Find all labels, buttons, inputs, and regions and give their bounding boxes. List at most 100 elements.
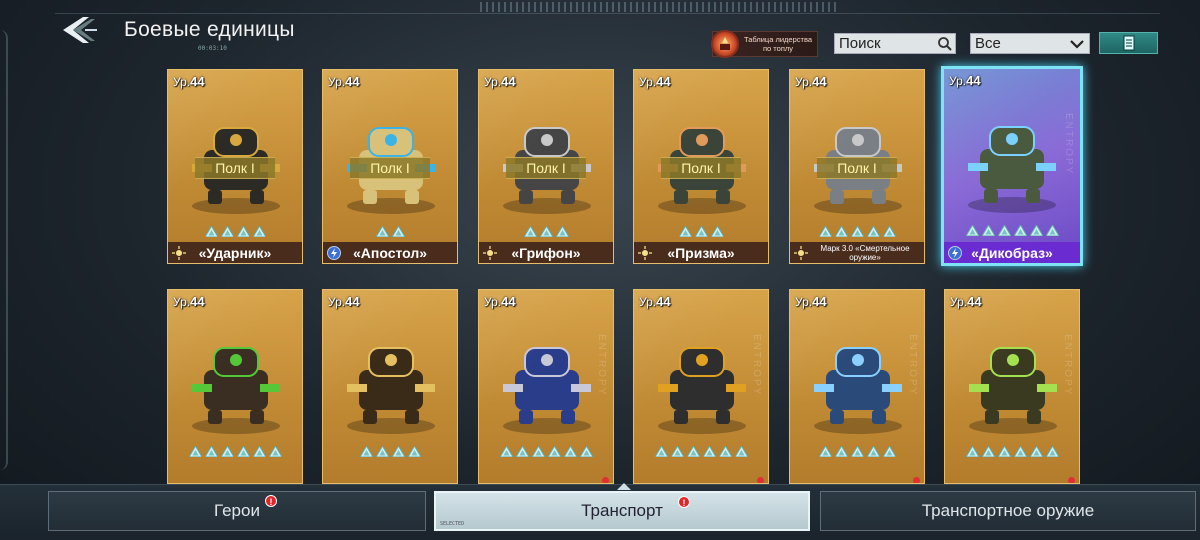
leaderboard-label: Таблица лидерства по топлу bbox=[743, 35, 813, 53]
unit-card[interactable]: Ур.44 Полк I «Апостол» bbox=[322, 69, 458, 264]
unit-card[interactable]: Ур.44 ENTROPY bbox=[478, 289, 614, 484]
page-title: Боевые единицы bbox=[124, 18, 295, 41]
unit-card[interactable]: Ур.44 ENTROPY «Дикобраз» bbox=[941, 66, 1083, 266]
rank-triangle-icon bbox=[965, 225, 979, 236]
tab-heroes-label: Герои bbox=[214, 501, 260, 520]
bolt-class-icon bbox=[327, 246, 341, 260]
unit-level: Ур.44 bbox=[795, 74, 827, 89]
rank-triangle-icon bbox=[818, 226, 832, 237]
level-prefix: Ур. bbox=[950, 295, 968, 309]
notification-dot bbox=[913, 477, 920, 483]
unit-card[interactable]: Ур.44 bbox=[167, 289, 303, 484]
rank-triangle-icon bbox=[375, 226, 389, 237]
unit-card[interactable]: Ур.44 Полк I «Ударник» bbox=[167, 69, 303, 264]
level-value: 44 bbox=[966, 73, 981, 88]
level-value: 44 bbox=[345, 74, 360, 89]
flame-fort-icon bbox=[711, 30, 739, 58]
rank-triangle-icon bbox=[563, 446, 577, 457]
rank-triangle-icon bbox=[834, 226, 848, 237]
back-button[interactable] bbox=[58, 14, 100, 46]
filter-value: Все bbox=[975, 35, 1001, 52]
rank-triangle-icon bbox=[678, 226, 692, 237]
unit-level: Ур.44 bbox=[484, 294, 516, 309]
unit-card[interactable]: Ур.44 ENTROPY bbox=[633, 289, 769, 484]
rank-triangle-icon bbox=[499, 446, 513, 457]
rank-triangle-icon bbox=[555, 226, 569, 237]
regiment-label: Полк I bbox=[195, 157, 275, 179]
rank-triangle-icon bbox=[694, 226, 708, 237]
unit-name-bar: «Грифон» bbox=[479, 242, 613, 263]
star-rating bbox=[790, 226, 924, 237]
active-tab-caret bbox=[617, 483, 631, 490]
tab-transport[interactable]: Транспорт ! SELECTED bbox=[434, 491, 810, 531]
regiment-label: Полк I bbox=[817, 157, 897, 179]
tab-transport-weapons[interactable]: Транспортное оружие bbox=[820, 491, 1196, 531]
rank-triangle-icon bbox=[515, 446, 529, 457]
unit-artwork-icon bbox=[814, 347, 902, 434]
regiment-label: Полк I bbox=[350, 157, 430, 179]
unit-card[interactable]: Ур.44 ENTROPY bbox=[789, 289, 925, 484]
star-rating bbox=[479, 446, 613, 457]
unit-name-bar: «Дикобраз» bbox=[944, 242, 1080, 263]
notification-dot bbox=[1068, 477, 1075, 483]
rank-triangle-icon bbox=[236, 226, 250, 237]
unit-artwork-icon bbox=[503, 347, 591, 434]
unit-name: «Призма» bbox=[667, 244, 735, 261]
unit-card[interactable]: Ур.44 Полк I «Призма» bbox=[633, 69, 769, 264]
rank-triangle-icon bbox=[997, 446, 1011, 457]
level-value: 44 bbox=[967, 294, 982, 309]
rank-triangle-icon bbox=[236, 446, 250, 457]
chevron-left-icon bbox=[63, 17, 97, 43]
star-rating bbox=[323, 446, 457, 457]
tab-heroes[interactable]: Герои ! bbox=[48, 491, 426, 531]
rank-triangle-icon bbox=[252, 226, 266, 237]
unit-name-bar: «Призма» bbox=[634, 242, 768, 263]
rank-triangle-icon bbox=[1013, 446, 1027, 457]
unit-card[interactable]: Ур.44 ENTROPY bbox=[944, 289, 1080, 484]
sun-class-icon bbox=[794, 246, 808, 260]
star-rating bbox=[634, 446, 768, 457]
rank-triangle-icon bbox=[252, 446, 266, 457]
level-prefix: Ур. bbox=[639, 75, 657, 89]
search-field[interactable] bbox=[834, 33, 956, 54]
level-value: 44 bbox=[656, 294, 671, 309]
notification-dot bbox=[757, 477, 764, 483]
rank-triangle-icon bbox=[818, 446, 832, 457]
unit-artwork-icon bbox=[192, 347, 280, 434]
unit-card[interactable]: Ур.44 Полк I «Грифон» bbox=[478, 69, 614, 264]
rank-triangle-icon bbox=[1029, 446, 1043, 457]
star-rating bbox=[323, 226, 457, 237]
rank-triangle-icon bbox=[670, 446, 684, 457]
unit-card[interactable]: Ур.44 Полк I Марк 3.0 «Смертельное оружие» bbox=[789, 69, 925, 264]
rank-triangle-icon bbox=[686, 446, 700, 457]
info-list-button[interactable] bbox=[1099, 32, 1158, 54]
rank-triangle-icon bbox=[834, 446, 848, 457]
rank-triangle-icon bbox=[1029, 225, 1043, 236]
sun-class-icon bbox=[172, 246, 186, 260]
rank-triangle-icon bbox=[539, 226, 553, 237]
rank-triangle-icon bbox=[981, 446, 995, 457]
sun-class-icon bbox=[638, 246, 652, 260]
level-prefix: Ур. bbox=[484, 75, 502, 89]
rank-triangle-icon bbox=[1045, 446, 1059, 457]
search-input[interactable] bbox=[839, 35, 935, 52]
unit-card[interactable]: Ур.44 bbox=[322, 289, 458, 484]
rank-triangle-icon bbox=[882, 226, 896, 237]
rank-triangle-icon bbox=[220, 226, 234, 237]
timer-readout: 00:03:10 bbox=[198, 45, 227, 52]
rank-triangle-icon bbox=[965, 446, 979, 457]
tab-transport-weapons-label: Транспортное оружие bbox=[921, 501, 1095, 520]
leaderboard-button[interactable]: Таблица лидерства по топлу bbox=[711, 30, 818, 58]
search-icon[interactable] bbox=[937, 36, 953, 52]
bottom-tab-bar: Герои ! Транспорт ! SELECTED Транспортно… bbox=[0, 483, 1200, 540]
level-prefix: Ур. bbox=[795, 295, 813, 309]
star-rating bbox=[634, 226, 768, 237]
rank-triangle-icon bbox=[407, 446, 421, 457]
star-rating bbox=[479, 226, 613, 237]
rank-triangle-icon bbox=[579, 446, 593, 457]
filter-dropdown[interactable]: Все bbox=[970, 33, 1090, 54]
unit-level: Ур.44 bbox=[949, 73, 981, 88]
unit-name-bar: «Апостол» bbox=[323, 242, 457, 263]
rank-triangle-icon bbox=[375, 446, 389, 457]
unit-level: Ур.44 bbox=[173, 74, 205, 89]
